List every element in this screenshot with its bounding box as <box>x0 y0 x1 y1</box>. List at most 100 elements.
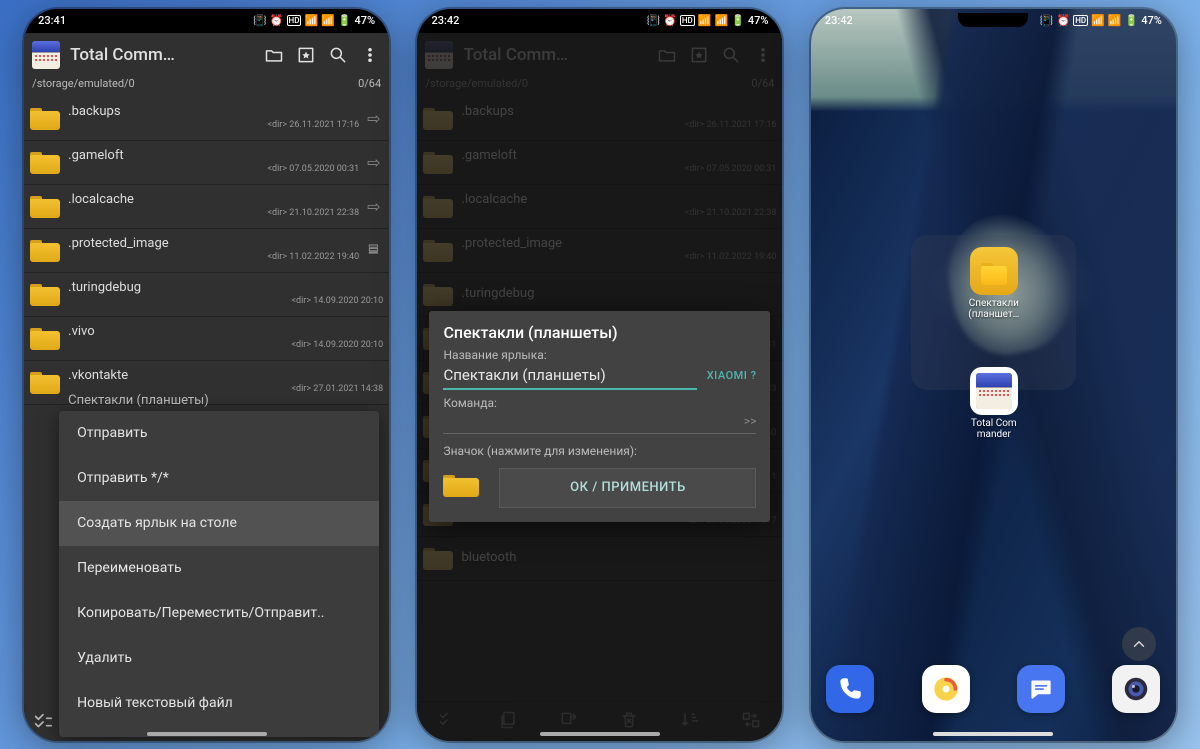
home-indicator[interactable] <box>147 732 267 736</box>
volte-icon: HD <box>680 15 695 26</box>
tc-shortcut-icon <box>970 367 1018 415</box>
folder-icon <box>30 150 60 174</box>
phone-2: 23:42 📳 ⏰ HD 📶 📶 🔋 47% Total Comm… /stor… <box>417 9 782 741</box>
folder-icon <box>30 194 60 218</box>
context-menu-item[interactable]: Удалить <box>59 636 379 681</box>
file-name: .gameloft <box>68 149 359 164</box>
create-shortcut-dialog: Спектакли (планшеты) Название ярлыка: Сп… <box>429 311 770 522</box>
status-right: 📳 ⏰ HD 📶 📶 🔋 47% <box>253 14 375 27</box>
overflow-menu-icon[interactable] <box>359 44 381 66</box>
scroll-up-button[interactable] <box>1122 627 1156 661</box>
file-row[interactable]: .vivo<dir> 14.09.2020 20:10 <box>24 317 389 361</box>
context-menu-item[interactable]: Отправить */* <box>59 456 379 501</box>
file-name: .backups <box>68 105 359 120</box>
file-meta: <dir> 11.02.2022 19:40 <box>68 252 359 262</box>
total-commander-app: Total Comm… /storage/emulated/0 0/64 .ba… <box>24 33 389 741</box>
home-indicator[interactable] <box>933 732 1053 736</box>
new-folder-icon[interactable] <box>263 44 285 66</box>
context-menu: ОтправитьОтправить */*Создать ярлык на с… <box>59 411 379 737</box>
arrow-right-icon: ⇨ <box>367 109 383 128</box>
alarm-icon: ⏰ <box>1056 14 1070 27</box>
folder-icon <box>30 370 60 394</box>
shortcut-name-input[interactable]: Спектакли (планшеты) <box>443 362 696 390</box>
dialog-title: Спектакли (планшеты) <box>443 323 756 342</box>
signal-icon-2: 📶 <box>714 14 728 27</box>
bookmark-icon[interactable] <box>295 44 317 66</box>
folder-icon <box>30 326 60 350</box>
phone-notch <box>958 13 1028 27</box>
battery-pct: 47% <box>1141 14 1162 27</box>
battery-icon: 🔋 <box>731 14 745 27</box>
battery-pct: 47% <box>355 14 376 27</box>
shortcut-name-label: Название ярлыка: <box>443 348 756 362</box>
file-name-partial: Спектакли (планшеты) <box>68 393 209 408</box>
signal-icon: 📶 <box>1091 14 1105 27</box>
status-right: 📳 ⏰ HD 📶 📶 🔋 47% <box>1040 14 1162 27</box>
file-meta: <dir> 26.11.2021 17:16 <box>68 120 359 130</box>
home-indicator[interactable] <box>540 732 660 736</box>
command-label: Команда: <box>443 396 756 410</box>
file-meta: <dir> 14.09.2020 20:10 <box>68 340 383 350</box>
ok-apply-button[interactable]: ОК / ПРИМЕНИТЬ <box>499 468 756 508</box>
file-row[interactable]: .localcache<dir> 21.10.2021 22:38 ⇨ <box>24 185 389 229</box>
tc-toolbar: Total Comm… <box>24 33 389 77</box>
dock <box>811 665 1176 725</box>
vibrate-icon: 📳 <box>646 14 660 27</box>
select-mode-icon[interactable] <box>32 711 54 737</box>
signal-icon-2: 📶 <box>1108 14 1122 27</box>
phone-app-icon[interactable] <box>826 665 874 713</box>
shortcut-icon-preview[interactable] <box>443 473 479 503</box>
arrow-right-icon: ⇨ <box>367 197 383 216</box>
signal-icon: 📶 <box>698 14 712 27</box>
battery-icon: 🔋 <box>1125 14 1139 27</box>
shortcut-spektakli[interactable]: Спектакли (планшет… <box>959 247 1029 320</box>
alarm-icon: ⏰ <box>270 14 284 27</box>
command-input[interactable]: >> <box>443 410 756 434</box>
context-menu-item[interactable]: Переименовать <box>59 546 379 591</box>
music-app-icon[interactable] <box>922 665 970 713</box>
tc-path-bar[interactable]: /storage/emulated/0 0/64 <box>24 77 389 97</box>
vibrate-icon: 📳 <box>253 14 267 27</box>
vibrate-icon: 📳 <box>1040 14 1054 27</box>
context-menu-item[interactable]: Отправить <box>59 411 379 456</box>
file-name: .vkontakte <box>68 369 383 384</box>
signal-icon-2: 📶 <box>321 14 335 27</box>
battery-icon: 🔋 <box>338 14 352 27</box>
folder-icon <box>30 238 60 262</box>
status-time: 23:41 <box>38 14 66 27</box>
phone-notch <box>172 13 242 27</box>
file-row[interactable]: .turingdebug<dir> 14.09.2020 20:10 <box>24 273 389 317</box>
volte-icon: HD <box>1073 15 1088 26</box>
file-meta: <dir> 07.05.2020 00:31 <box>68 164 359 174</box>
icon-label: Значок (нажмите для изменения): <box>443 444 756 458</box>
command-more-icon[interactable]: >> <box>744 414 757 428</box>
home-screen[interactable]: Спектакли (планшет… Total Com mander <box>811 9 1176 741</box>
folder-icon <box>30 282 60 306</box>
folder-icon <box>30 106 60 130</box>
xiaomi-help-link[interactable]: XIAOMI ? <box>707 369 757 382</box>
volte-icon: HD <box>287 15 302 26</box>
stack-icon <box>367 241 383 260</box>
file-meta: <dir> 14.09.2020 20:10 <box>68 296 383 306</box>
messages-app-icon[interactable] <box>1017 665 1065 713</box>
shortcut-total-commander[interactable]: Total Com mander <box>959 367 1029 440</box>
search-icon[interactable] <box>327 44 349 66</box>
context-menu-item[interactable]: Создать ярлык на столе <box>59 501 379 546</box>
file-name: .localcache <box>68 193 359 208</box>
status-time: 23:42 <box>431 14 459 27</box>
file-name: .vivo <box>68 325 383 340</box>
phone-notch <box>565 13 635 27</box>
selection-counter: 0/64 <box>358 77 381 95</box>
context-menu-item[interactable]: Новый текстовый файл <box>59 681 379 726</box>
file-row[interactable]: .protected_image<dir> 11.02.2022 19:40 <box>24 229 389 273</box>
shortcut-label: Total Com mander <box>959 418 1029 440</box>
file-name: .protected_image <box>68 237 359 252</box>
file-row[interactable]: .backups<dir> 26.11.2021 17:16 ⇨ <box>24 97 389 141</box>
camera-app-icon[interactable] <box>1112 665 1160 713</box>
current-path: /storage/emulated/0 <box>32 77 135 95</box>
file-meta: <dir> 21.10.2021 22:38 <box>68 208 359 218</box>
alarm-icon: ⏰ <box>663 14 677 27</box>
battery-pct: 47% <box>748 14 769 27</box>
file-row[interactable]: .gameloft<dir> 07.05.2020 00:31⇨ <box>24 141 389 185</box>
context-menu-item[interactable]: Копировать/Переместить/Отправит.. <box>59 591 379 636</box>
